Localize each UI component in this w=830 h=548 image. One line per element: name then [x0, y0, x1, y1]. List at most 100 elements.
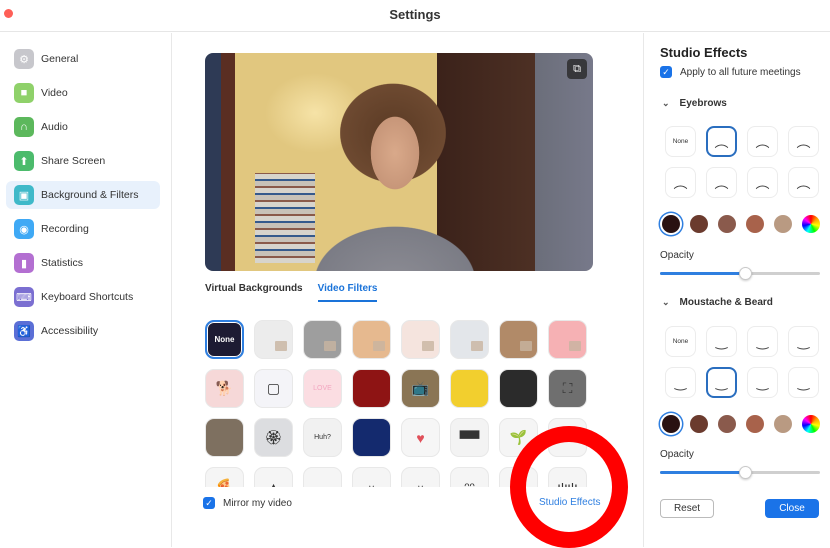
sidebar-item-accessibility[interactable]: ♿ Accessibility — [6, 317, 160, 345]
rotate-camera-button[interactable]: ⧉ — [567, 59, 587, 79]
sidebar-item-statistics[interactable]: ▮ Statistics — [6, 249, 160, 277]
background-icon: ▣ — [14, 185, 34, 205]
reset-button[interactable]: Reset — [660, 499, 714, 518]
accessibility-icon: ♿ — [14, 321, 34, 341]
filter-face-mask[interactable]: ᵕ — [401, 467, 440, 487]
moustache-color-swatch-custom[interactable] — [802, 415, 820, 433]
filter-love[interactable]: LOVE — [303, 369, 342, 408]
eyebrows-opacity-thumb[interactable] — [738, 267, 752, 280]
filter-halo[interactable] — [303, 467, 342, 487]
tab-video-filters[interactable]: Video Filters — [317, 283, 378, 302]
close-button[interactable]: Close — [765, 499, 819, 518]
filter-bunny-ears[interactable]: ᵔᵔ — [450, 467, 489, 487]
sidebar-item-share-screen[interactable]: ⬆ Share Screen — [6, 147, 160, 175]
filter-blush-room[interactable] — [401, 320, 440, 359]
moustache-style-icon: ‿ — [797, 333, 810, 349]
sidebar-item-label: Recording — [41, 223, 89, 235]
sidebar-item-audio[interactable]: ∩ Audio — [6, 113, 160, 141]
moustache-section-header[interactable]: ⌄ Moustache & Beard — [662, 297, 773, 308]
eyebrows-option-none[interactable]: None — [665, 126, 696, 157]
filter-tan-room[interactable] — [499, 320, 538, 359]
moustache-color-swatch[interactable] — [746, 415, 764, 433]
moustache-option-thin[interactable]: ‿ — [747, 367, 778, 398]
filter-mask[interactable]: ᵕ — [352, 467, 391, 487]
sidebar-item-background-filters[interactable]: ▣ Background & Filters — [6, 181, 160, 209]
filter-corgi[interactable]: 🐕 — [205, 369, 244, 408]
eyebrows-option-brow-1[interactable]: ︵ — [706, 126, 737, 157]
sidebar-item-general[interactable]: ⚙ General — [6, 45, 160, 73]
eyebrows-color-swatch[interactable] — [662, 215, 680, 233]
filter-emoji-frame[interactable] — [450, 369, 489, 408]
moustache-option-chevron-soul-patch[interactable]: ‿ — [706, 367, 737, 398]
tab-virtual-backgrounds[interactable]: Virtual Backgrounds — [205, 283, 303, 302]
eyebrows-color-swatch-custom[interactable] — [802, 215, 820, 233]
eyebrows-option-brow-7[interactable]: ︵ — [788, 167, 819, 198]
eyebrows-option-brow-5[interactable]: ︵ — [706, 167, 737, 198]
moustache-color-swatch[interactable] — [774, 415, 792, 433]
apply-future-meetings-option[interactable]: ✓ Apply to all future meetings — [660, 66, 801, 78]
eyebrows-option-brow-2[interactable]: ︵ — [747, 126, 778, 157]
heart-sticker-icon: ♥ — [416, 429, 425, 446]
mask-icon: ᵕ — [368, 478, 375, 488]
mirror-video-checkbox[interactable]: ✓ — [203, 497, 215, 509]
filter-hat[interactable]: ▲ — [254, 467, 293, 487]
filter-frame-hearts[interactable]: ▢ — [254, 369, 293, 408]
room-decor-icon — [373, 341, 385, 351]
apply-future-meetings-checkbox[interactable]: ✓ — [660, 66, 672, 78]
moustache-opacity-slider[interactable] — [660, 466, 820, 479]
panel-title: Studio Effects — [660, 45, 748, 60]
filter-retro-tv[interactable]: 📺 — [401, 369, 440, 408]
keyboard-icon: ⌨ — [14, 287, 34, 307]
filter-gray-room[interactable] — [303, 320, 342, 359]
filter-heart-sticker[interactable]: ♥ — [401, 418, 440, 457]
eyebrows-color-swatch[interactable] — [690, 215, 708, 233]
moustache-option-goatee[interactable]: ‿ — [747, 326, 778, 357]
pizza-icon: 🍕 — [215, 478, 234, 487]
moustache-color-swatch[interactable] — [718, 415, 736, 433]
eyebrows-color-swatch[interactable] — [746, 215, 764, 233]
filter-pizza[interactable]: 🍕 — [205, 467, 244, 487]
filter-huh-bubble[interactable]: Huh? — [303, 418, 342, 457]
corgi-icon: 🐕 — [215, 380, 234, 396]
sidebar-item-video[interactable]: ■ Video — [6, 79, 160, 107]
option-label: None — [672, 338, 689, 345]
moustache-heading: Moustache & Beard — [679, 297, 773, 308]
share-screen-icon: ⬆ — [14, 151, 34, 171]
sidebar-item-keyboard-shortcuts[interactable]: ⌨ Keyboard Shortcuts — [6, 283, 160, 311]
eyebrows-option-brow-4[interactable]: ︵ — [665, 167, 696, 198]
mirror-video-option[interactable]: ✓ Mirror my video — [203, 497, 292, 509]
filter-theater[interactable] — [352, 369, 391, 408]
eyebrows-section-header[interactable]: ⌄ Eyebrows — [662, 98, 727, 109]
eyebrows-opacity-slider[interactable] — [660, 267, 820, 280]
filter-ribbon[interactable]: 🏵 — [254, 418, 293, 457]
filter-old-tv[interactable] — [205, 418, 244, 457]
filter-pink-room[interactable] — [548, 320, 587, 359]
eyebrows-option-brow-3[interactable]: ︵ — [788, 126, 819, 157]
moustache-option-handlebar[interactable]: ‿ — [665, 367, 696, 398]
gear-icon: ⚙ — [14, 49, 34, 69]
highlight-annotation-circle — [510, 426, 628, 548]
video-preview: ⧉ — [205, 53, 593, 271]
eyebrows-color-swatch[interactable] — [774, 215, 792, 233]
filter-focus-frame[interactable]: ⛶ — [548, 369, 587, 408]
filter-none[interactable]: None — [205, 320, 244, 359]
filter-cool-room[interactable] — [450, 320, 489, 359]
filter-sunglasses[interactable]: ▀▀ — [450, 418, 489, 457]
moustache-option-none[interactable]: None — [665, 326, 696, 357]
moustache-color-swatch[interactable] — [690, 415, 708, 433]
moustache-option-chin-strap[interactable]: ‿ — [788, 326, 819, 357]
moustache-opacity-thumb[interactable] — [738, 466, 752, 479]
sidebar-item-recording[interactable]: ◉ Recording — [6, 215, 160, 243]
filter-peach-room[interactable] — [352, 320, 391, 359]
moustache-color-swatch[interactable] — [662, 415, 680, 433]
filter-white-room[interactable] — [254, 320, 293, 359]
filter-flower-frame[interactable] — [499, 369, 538, 408]
sidebar-item-label: Video — [41, 87, 68, 99]
moustache-option-bushy[interactable]: ‿ — [788, 367, 819, 398]
eyebrows-option-brow-6[interactable]: ︵ — [747, 167, 778, 198]
eyebrows-opacity-fill — [660, 272, 745, 275]
filter-string-lights[interactable] — [352, 418, 391, 457]
bunny-ears-icon: ᵔᵔ — [464, 478, 475, 488]
eyebrows-color-swatch[interactable] — [718, 215, 736, 233]
moustache-option-full-beard[interactable]: ‿ — [706, 326, 737, 357]
